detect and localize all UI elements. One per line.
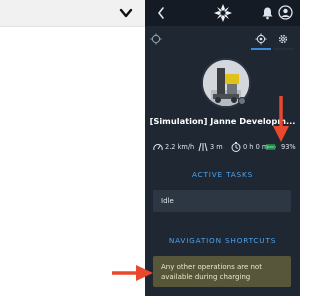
annotation-arrow-down <box>273 96 289 142</box>
active-tasks-title: ACTIVE TASKS <box>191 170 254 179</box>
distance-value: 3 m <box>210 143 223 151</box>
user-icon[interactable] <box>278 5 293 20</box>
settings-button[interactable] <box>273 30 293 50</box>
active-task-label: Idle <box>161 197 174 205</box>
stat-distance: 3 m <box>198 140 223 154</box>
stat-speed: 2.2 km/h <box>153 140 195 154</box>
bell-icon[interactable] <box>261 6 274 20</box>
speed-value: 2.2 km/h <box>165 143 195 151</box>
stat-time: 0 h 0 m <box>231 140 269 154</box>
back-icon[interactable] <box>156 6 166 20</box>
left-topbar <box>0 0 145 27</box>
status-dot <box>238 97 246 105</box>
locate-icon <box>255 33 267 45</box>
chevron-down-icon[interactable] <box>119 6 133 20</box>
speedometer-icon <box>153 144 163 151</box>
clock-icon <box>231 142 241 152</box>
robot-panel: [Simulation] Janne Developm... 2.2 km/h … <box>145 0 300 296</box>
active-task-card[interactable]: Idle <box>153 190 291 212</box>
navigation-shortcuts-title: NAVIGATION SHORTCUTS <box>168 236 277 245</box>
panel-topbar <box>145 0 300 26</box>
annotation-arrow-right <box>112 265 153 281</box>
target-icon[interactable] <box>150 33 162 45</box>
distance-icon <box>198 142 208 152</box>
logo-icon[interactable] <box>213 3 233 23</box>
charging-notice: Any other operations are not available d… <box>153 256 291 287</box>
left-pane <box>0 0 145 296</box>
locate-button[interactable] <box>251 30 271 50</box>
tool-row <box>145 30 300 50</box>
settings-icon <box>278 34 288 44</box>
charging-notice-text: Any other operations are not available d… <box>161 263 262 281</box>
time-value: 0 h 0 m <box>243 143 269 151</box>
